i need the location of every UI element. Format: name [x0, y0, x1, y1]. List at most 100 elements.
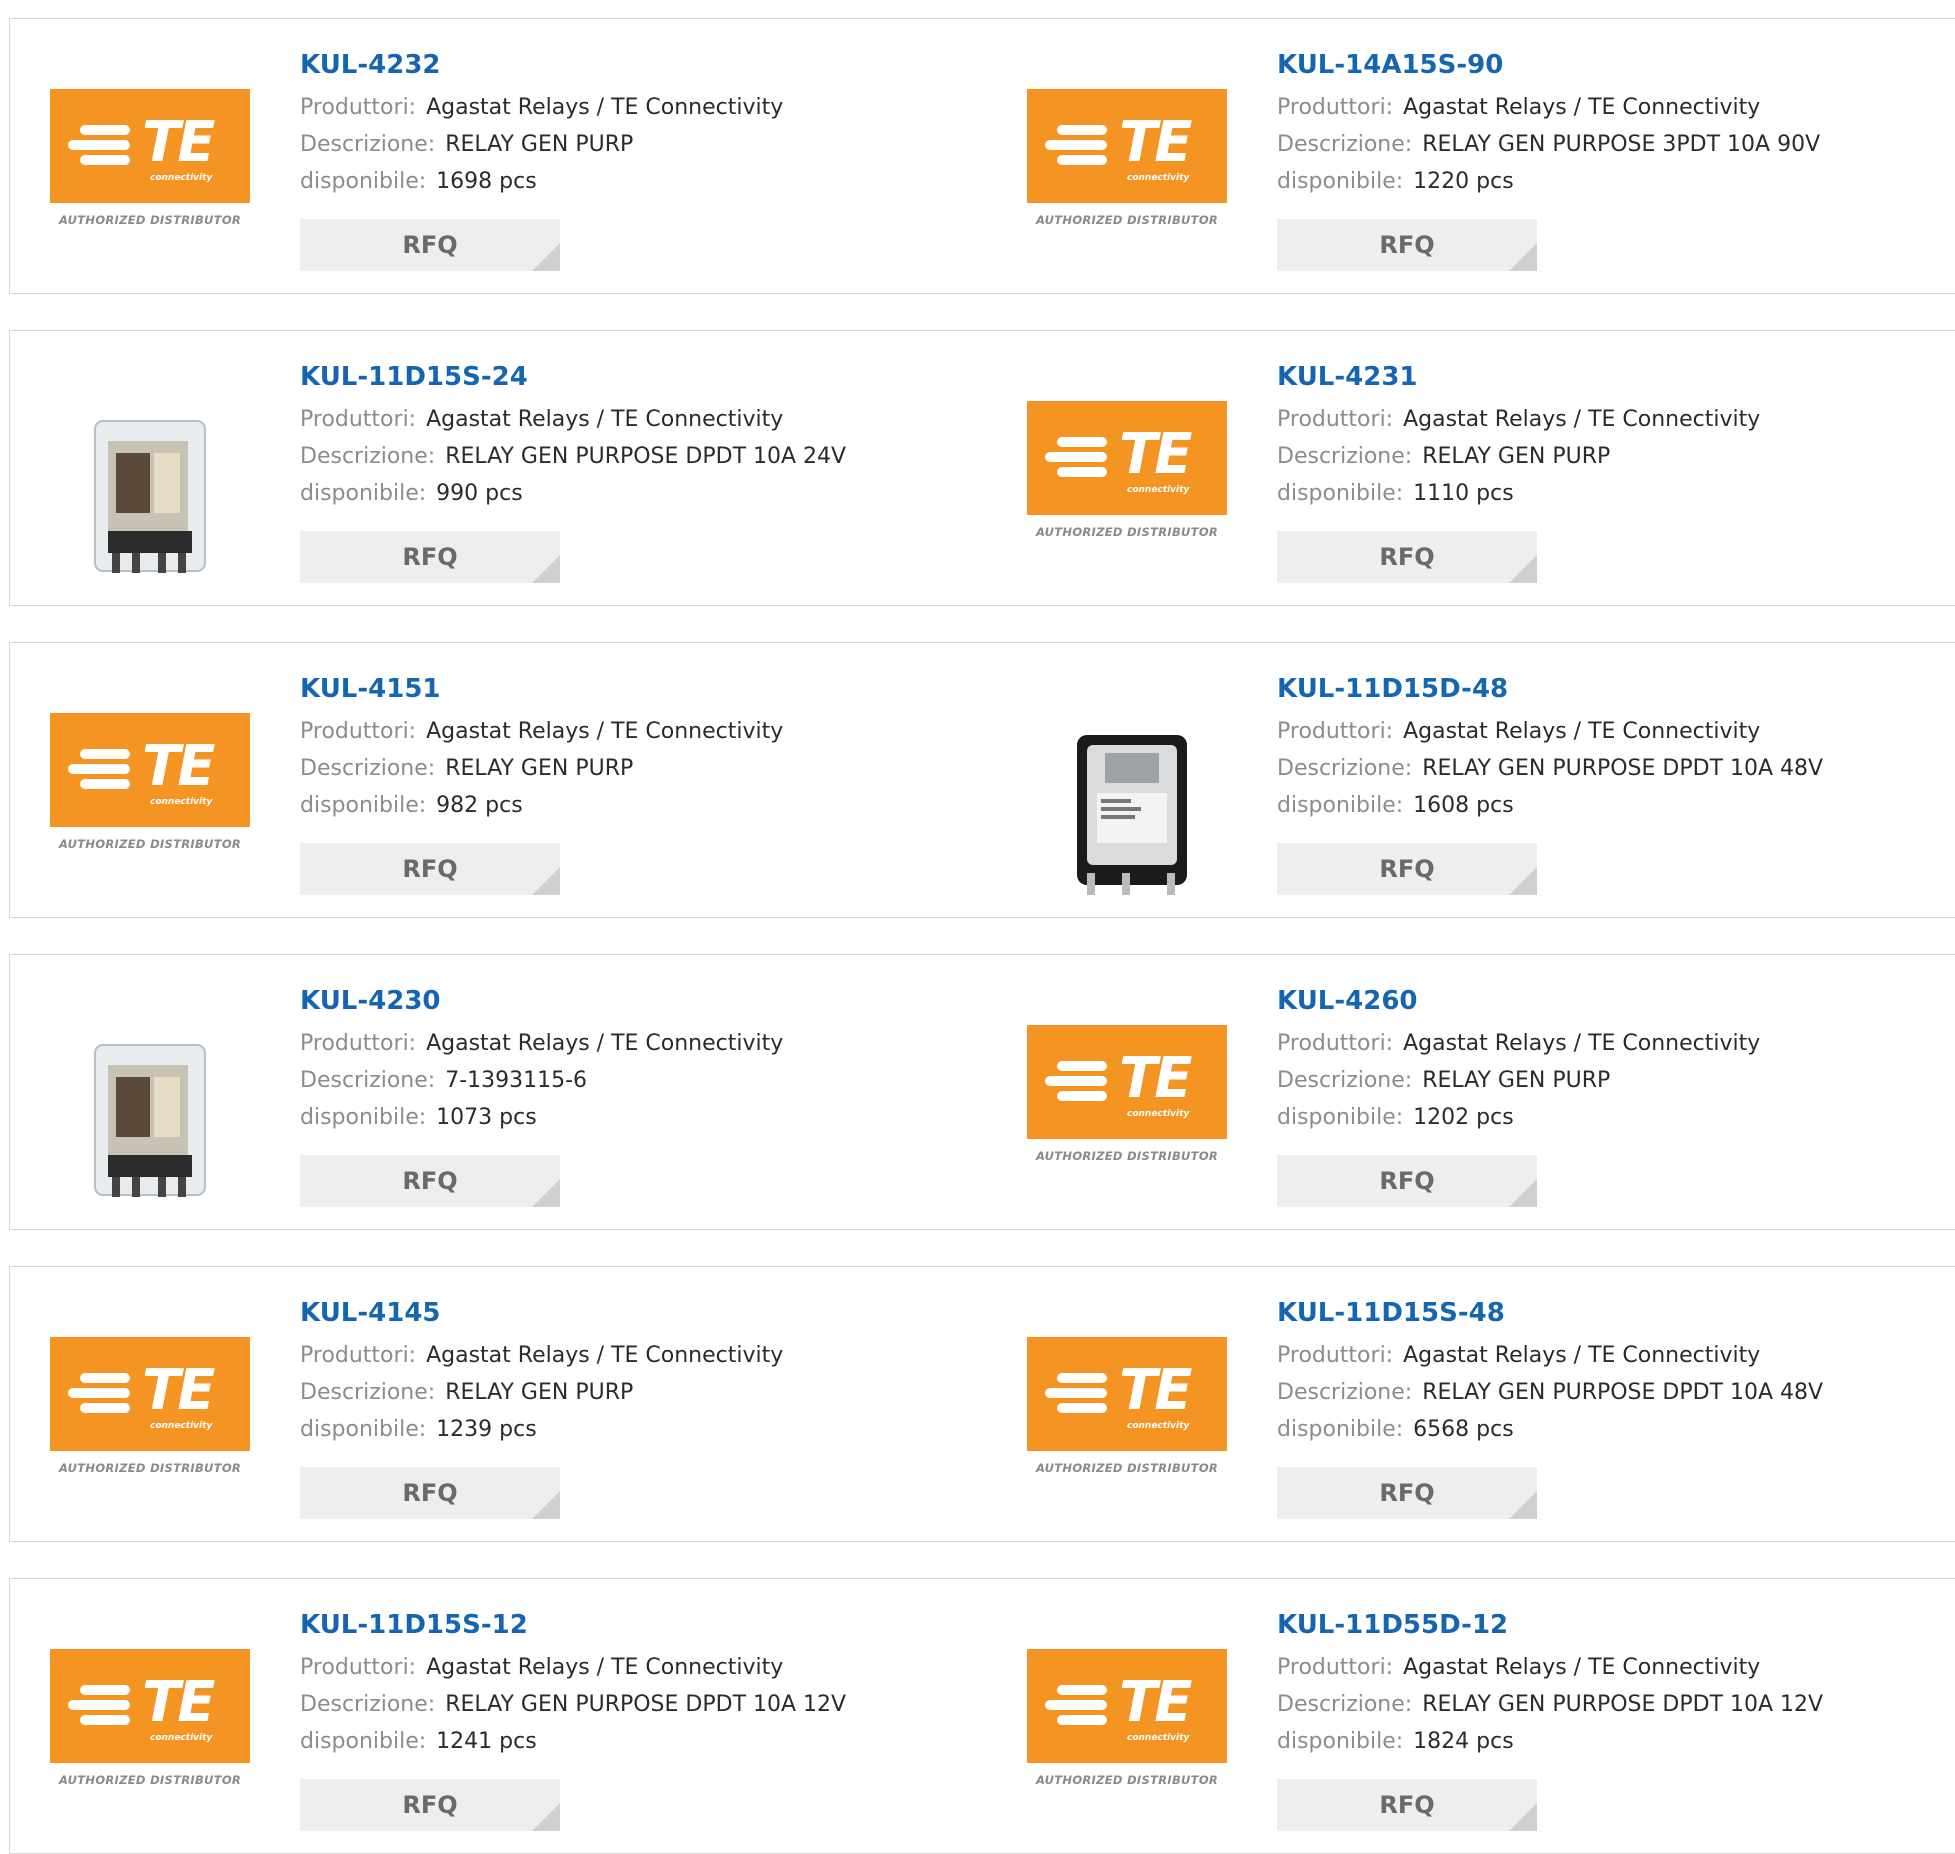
te-logo-image[interactable]: TE connectivity AUTHORIZED DISTRIBUTOR	[50, 89, 250, 289]
rfq-button[interactable]: RFQ	[1277, 1779, 1537, 1831]
corner-triangle-icon	[1509, 1491, 1537, 1519]
rfq-button[interactable]: RFQ	[300, 1779, 560, 1831]
description-label: Descrizione:	[300, 132, 436, 157]
rfq-button[interactable]: RFQ	[1277, 843, 1537, 895]
logo-sub: connectivity	[1127, 1421, 1190, 1431]
manufacturer-label: Produttori:	[300, 95, 417, 120]
corner-triangle-icon	[1509, 555, 1537, 583]
te-logo-image[interactable]: TE connectivity AUTHORIZED DISTRIBUTOR	[1027, 1337, 1227, 1537]
te-logo-image[interactable]: TE connectivity AUTHORIZED DISTRIBUTOR	[1027, 401, 1227, 601]
part-number-link[interactable]: KUL-4151	[300, 673, 783, 705]
availability-value: 1824 pcs	[1413, 1729, 1514, 1754]
logo-background: TE connectivity	[1027, 401, 1227, 515]
rfq-button[interactable]: RFQ	[300, 1155, 560, 1207]
te-bars-icon	[68, 1373, 132, 1413]
relay-photo-icon[interactable]	[50, 1025, 250, 1225]
logo-sub: connectivity	[1127, 485, 1190, 495]
availability-value: 1608 pcs	[1413, 793, 1514, 818]
part-number-link[interactable]: KUL-11D15D-48	[1277, 673, 1823, 705]
manufacturer-row: Produttori: Agastat Relays / TE Connectiv…	[1277, 1337, 1823, 1374]
manufacturer-value: Agastat Relays / TE Connectivity	[426, 407, 784, 432]
part-number-link[interactable]: KUL-4230	[300, 985, 783, 1017]
description-value: RELAY GEN PURPOSE DPDT 10A 48V	[1422, 1380, 1824, 1405]
rfq-button[interactable]: RFQ	[1277, 531, 1537, 583]
rfq-label: RFQ	[402, 1167, 458, 1195]
corner-triangle-icon	[532, 867, 560, 895]
logo-background: TE connectivity	[1027, 1337, 1227, 1451]
logo-sub: connectivity	[1127, 173, 1190, 183]
product-info: KUL-4231 Produttori: Agastat Relays / TE …	[1277, 361, 1760, 512]
rfq-label: RFQ	[402, 855, 458, 883]
availability-value: 1241 pcs	[436, 1729, 537, 1754]
logo-background: TE connectivity	[50, 89, 250, 203]
authorized-distributor-label: AUTHORIZED DISTRIBUTOR	[1035, 1773, 1219, 1787]
part-number-link[interactable]: KUL-11D55D-12	[1277, 1609, 1823, 1641]
authorized-distributor-label: AUTHORIZED DISTRIBUTOR	[58, 213, 242, 227]
rfq-button[interactable]: RFQ	[300, 843, 560, 895]
rfq-label: RFQ	[1379, 855, 1435, 883]
manufacturer-value: Agastat Relays / TE Connectivity	[1403, 1655, 1761, 1680]
availability-value: 1202 pcs	[1413, 1105, 1514, 1130]
description-value: RELAY GEN PURP	[445, 132, 634, 157]
rfq-button[interactable]: RFQ	[300, 219, 560, 271]
rfq-label: RFQ	[1379, 1791, 1435, 1819]
product-grid: TE connectivity AUTHORIZED DISTRIBUTOR K…	[0, 0, 1955, 1854]
part-number-link[interactable]: KUL-4260	[1277, 985, 1760, 1017]
rfq-button[interactable]: RFQ	[1277, 219, 1537, 271]
product-info: KUL-11D55D-12 Produttori: Agastat Relays …	[1277, 1609, 1823, 1760]
description-value: RELAY GEN PURP	[445, 1380, 634, 1405]
product-card: TE connectivity AUTHORIZED DISTRIBUTOR K…	[9, 1578, 994, 1854]
logo-background: TE connectivity	[50, 713, 250, 827]
authorized-distributor-label: AUTHORIZED DISTRIBUTOR	[1035, 1149, 1219, 1163]
description-value: 7-1393115-6	[445, 1068, 588, 1093]
part-number-link[interactable]: KUL-14A15S-90	[1277, 49, 1820, 81]
description-value: RELAY GEN PURP	[1422, 444, 1611, 469]
te-bars-icon	[1045, 437, 1109, 477]
te-logo-image[interactable]: TE connectivity AUTHORIZED DISTRIBUTOR	[50, 713, 250, 913]
logo-sub: connectivity	[150, 1421, 213, 1431]
part-number-link[interactable]: KUL-11D15S-24	[300, 361, 846, 393]
manufacturer-label: Produttori:	[1277, 1031, 1394, 1056]
availability-row: disponibile: 1239 pcs	[300, 1411, 783, 1448]
availability-row: disponibile: 1073 pcs	[300, 1099, 783, 1136]
availability-label: disponibile:	[300, 481, 427, 506]
part-number-link[interactable]: KUL-4231	[1277, 361, 1760, 393]
availability-value: 1698 pcs	[436, 169, 537, 194]
manufacturer-label: Produttori:	[1277, 1655, 1394, 1680]
logo-sub: connectivity	[1127, 1109, 1190, 1119]
te-logo-image[interactable]: TE connectivity AUTHORIZED DISTRIBUTOR	[1027, 1649, 1227, 1849]
logo-brand: TE	[142, 1358, 215, 1423]
part-number-link[interactable]: KUL-4145	[300, 1297, 783, 1329]
te-logo-image[interactable]: TE connectivity AUTHORIZED DISTRIBUTOR	[1027, 89, 1227, 289]
availability-row: disponibile: 6568 pcs	[1277, 1411, 1823, 1448]
te-bars-icon	[68, 749, 132, 789]
rfq-button[interactable]: RFQ	[300, 1467, 560, 1519]
manufacturer-label: Produttori:	[300, 1343, 417, 1368]
part-number-link[interactable]: KUL-4232	[300, 49, 783, 81]
availability-label: disponibile:	[300, 1105, 427, 1130]
part-number-link[interactable]: KUL-11D15S-12	[300, 1609, 846, 1641]
rfq-button[interactable]: RFQ	[1277, 1155, 1537, 1207]
te-logo-image[interactable]: TE connectivity AUTHORIZED DISTRIBUTOR	[50, 1337, 250, 1537]
authorized-distributor-label: AUTHORIZED DISTRIBUTOR	[58, 1461, 242, 1475]
rfq-button[interactable]: RFQ	[300, 531, 560, 583]
manufacturer-value: Agastat Relays / TE Connectivity	[1403, 719, 1761, 744]
description-row: Descrizione: RELAY GEN PURPOSE 3PDT 10A 9…	[1277, 126, 1820, 163]
description-row: Descrizione: RELAY GEN PURP	[300, 750, 783, 787]
manufacturer-value: Agastat Relays / TE Connectivity	[1403, 1343, 1761, 1368]
relay-photo-icon[interactable]	[1027, 713, 1227, 913]
te-logo-image[interactable]: TE connectivity AUTHORIZED DISTRIBUTOR	[1027, 1025, 1227, 1225]
part-number-link[interactable]: KUL-11D15S-48	[1277, 1297, 1823, 1329]
te-logo-image[interactable]: TE connectivity AUTHORIZED DISTRIBUTOR	[50, 1649, 250, 1849]
availability-label: disponibile:	[300, 169, 427, 194]
rfq-button[interactable]: RFQ	[1277, 1467, 1537, 1519]
description-row: Descrizione: 7-1393115-6	[300, 1062, 783, 1099]
description-row: Descrizione: RELAY GEN PURP	[1277, 1062, 1760, 1099]
corner-triangle-icon	[532, 1803, 560, 1831]
description-label: Descrizione:	[1277, 1692, 1413, 1717]
manufacturer-row: Produttori: Agastat Relays / TE Connectiv…	[300, 1649, 846, 1686]
availability-row: disponibile: 982 pcs	[300, 787, 783, 824]
availability-row: disponibile: 1220 pcs	[1277, 163, 1820, 200]
rfq-label: RFQ	[1379, 543, 1435, 571]
relay-photo-icon[interactable]	[50, 401, 250, 601]
